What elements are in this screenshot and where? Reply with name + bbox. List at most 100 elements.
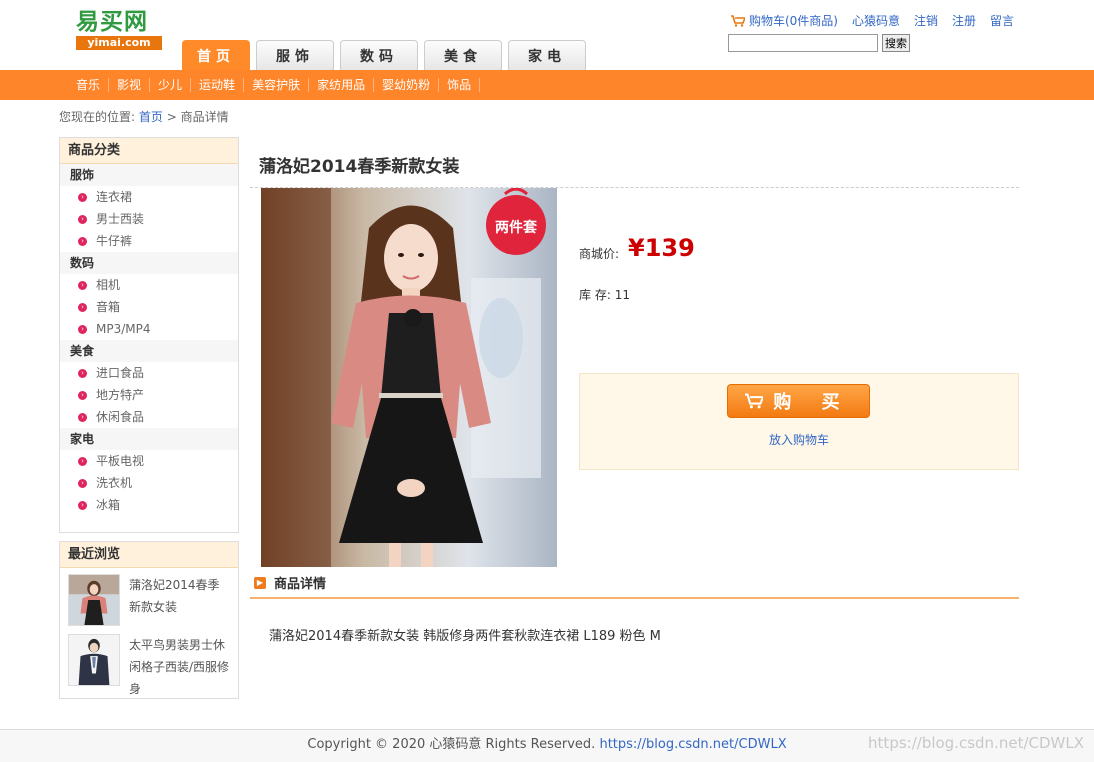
category-item[interactable]: › 冰箱 [60,494,238,516]
category-item[interactable]: › 连衣裙 [60,186,238,208]
logo-text: 易买网 [76,8,148,35]
sub-nav: 音乐 影视 少儿 运动鞋 美容护肤 家纺用品 婴幼奶粉 饰品 [0,70,1094,100]
bullet-icon: › [78,302,87,312]
category-item-label: 平板电视 [96,454,145,468]
recent-panel-title: 最近浏览 [60,542,238,568]
product-price: ¥139 [628,234,695,262]
category-item[interactable]: › 进口食品 [60,362,238,384]
recent-item-name: 蒲洛妃2014春季新款女装 [129,578,220,614]
main-nav: 首页 服饰 数码 美食 家电 [182,40,592,70]
category-heading[interactable]: 美食 [60,340,238,362]
cart-icon [745,393,764,409]
add-to-cart-link[interactable]: 放入购物车 [769,431,829,448]
subnav-movies[interactable]: 影视 [109,78,151,92]
search-bar: 搜索 [728,34,910,52]
subnav-skincare[interactable]: 美容护肤 [244,78,310,92]
category-item-label: 连衣裙 [96,190,133,204]
user-bar: 购物车(0件商品) 心猿码意 注销 注册 留言 [730,12,1014,29]
bullet-icon: › [78,500,87,510]
bullet-icon: › [78,192,87,202]
product-description: 蒲洛妃2014春季新款女装 韩版修身两件套秋款连衣裙 L189 粉色 M [269,629,661,644]
category-item-label: 男士西装 [96,212,145,226]
logo-domain: yimai.com [76,36,162,50]
search-input[interactable] [728,34,878,52]
tab-appliances[interactable]: 家电 [508,40,586,70]
breadcrumb-current: 商品详情 [180,110,229,124]
recent-item-thumbnail [68,634,120,686]
category-item-label: 牛仔裤 [96,234,133,248]
category-item-label: 洗衣机 [96,476,133,490]
subnav-music[interactable]: 音乐 [68,78,110,92]
category-item-label: 音箱 [96,300,121,314]
price-label: 商城价: [579,247,620,261]
breadcrumb-home[interactable]: 首页 [139,110,163,124]
category-item-label: 休闲食品 [96,410,145,424]
username-link[interactable]: 心猿码意 [852,12,900,29]
tab-digital[interactable]: 数码 [340,40,418,70]
category-heading[interactable]: 数码 [60,252,238,274]
recent-item-name: 太平鸟男装男士休闲格子西装/西服修身 [129,638,230,696]
category-item-label: 冰箱 [96,498,121,512]
category-heading[interactable]: 服饰 [60,164,238,186]
bullet-icon: › [78,456,87,466]
category-item[interactable]: › 洗衣机 [60,472,238,494]
product-title: 蒲洛妃2014春季新款女装 [259,157,460,177]
register-link[interactable]: 注册 [952,12,976,29]
bullet-icon: › [78,324,87,334]
category-panel-title: 商品分类 [60,138,238,164]
arrow-right-icon: ▶ [254,576,266,589]
watermark: https://blog.csdn.net/CDWLX [868,734,1084,752]
breadcrumb: 您现在的位置: 首页 > 商品详情 [59,108,229,125]
bullet-icon: › [78,412,87,422]
subnav-baby-formula[interactable]: 婴幼奶粉 [374,78,440,92]
category-panel: 商品分类 服饰 › 连衣裙 › 男士西装 › 牛仔裤 数码 › 相机 › 音箱 › MP3/… [59,137,239,533]
bullet-icon: › [78,214,87,224]
bullet-icon: › [78,236,87,246]
site-logo[interactable]: 易买网 yimai.com [76,8,164,50]
logout-link[interactable]: 注销 [914,12,938,29]
message-link[interactable]: 留言 [990,12,1014,29]
stock-label: 库 存: [579,288,611,302]
recent-item[interactable]: 蒲洛妃2014春季新款女装 [60,568,238,628]
subnav-accessories[interactable]: 饰品 [439,78,481,92]
tab-home[interactable]: 首页 [182,40,250,70]
subnav-kids[interactable]: 少儿 [150,78,192,92]
category-item-label: MP3/MP4 [96,322,151,336]
category-item[interactable]: › 相机 [60,274,238,296]
category-item-label: 相机 [96,278,121,292]
category-item[interactable]: › MP3/MP4 [60,318,238,340]
search-button[interactable]: 搜索 [882,34,910,52]
product-badge: 两件套 [495,219,537,236]
tab-food[interactable]: 美食 [424,40,502,70]
recent-item[interactable]: 太平鸟男装男士休闲格子西装/西服修身 [60,628,238,708]
buy-box: 购 买 放入购物车 [579,373,1019,470]
product-image[interactable]: 两件套 [261,188,557,567]
category-item-label: 进口食品 [96,366,145,380]
detail-title-label: 商品详情 [274,577,327,592]
category-heading[interactable]: 家电 [60,428,238,450]
cart-link[interactable]: 购物车(0件商品) [730,12,838,29]
detail-section-title: ▶ 商品详情 [254,573,326,592]
category-item[interactable]: › 地方特产 [60,384,238,406]
category-item[interactable]: › 休闲食品 [60,406,238,428]
category-item[interactable]: › 牛仔裤 [60,230,238,252]
category-item[interactable]: › 音箱 [60,296,238,318]
category-item[interactable]: › 男士西装 [60,208,238,230]
subnav-home-textiles[interactable]: 家纺用品 [309,78,375,92]
detail-divider [250,597,1019,599]
tab-apparel[interactable]: 服饰 [256,40,334,70]
cart-label: 购物车(0件商品) [748,14,838,28]
category-item-label: 地方特产 [96,388,145,402]
copyright-text: Copyright © 2020 心猿码意 Rights Reserved. [307,737,596,752]
recent-item-thumbnail [68,574,120,626]
category-item[interactable]: › 平板电视 [60,450,238,472]
buy-button-label: 购 买 [773,392,852,413]
breadcrumb-separator: > [166,110,177,124]
stock-info: 库 存: 11 [579,286,630,303]
buy-button[interactable]: 购 买 [727,384,870,418]
bullet-icon: › [78,280,87,290]
recent-panel: 最近浏览 蒲洛妃2014春季新款女装 太平鸟男装男士休闲格子西装/西服修身 [59,541,239,699]
subnav-sneakers[interactable]: 运动鞋 [191,78,245,92]
cart-icon [730,14,745,27]
footer-blog-link[interactable]: https://blog.csdn.net/CDWLX [599,737,786,752]
